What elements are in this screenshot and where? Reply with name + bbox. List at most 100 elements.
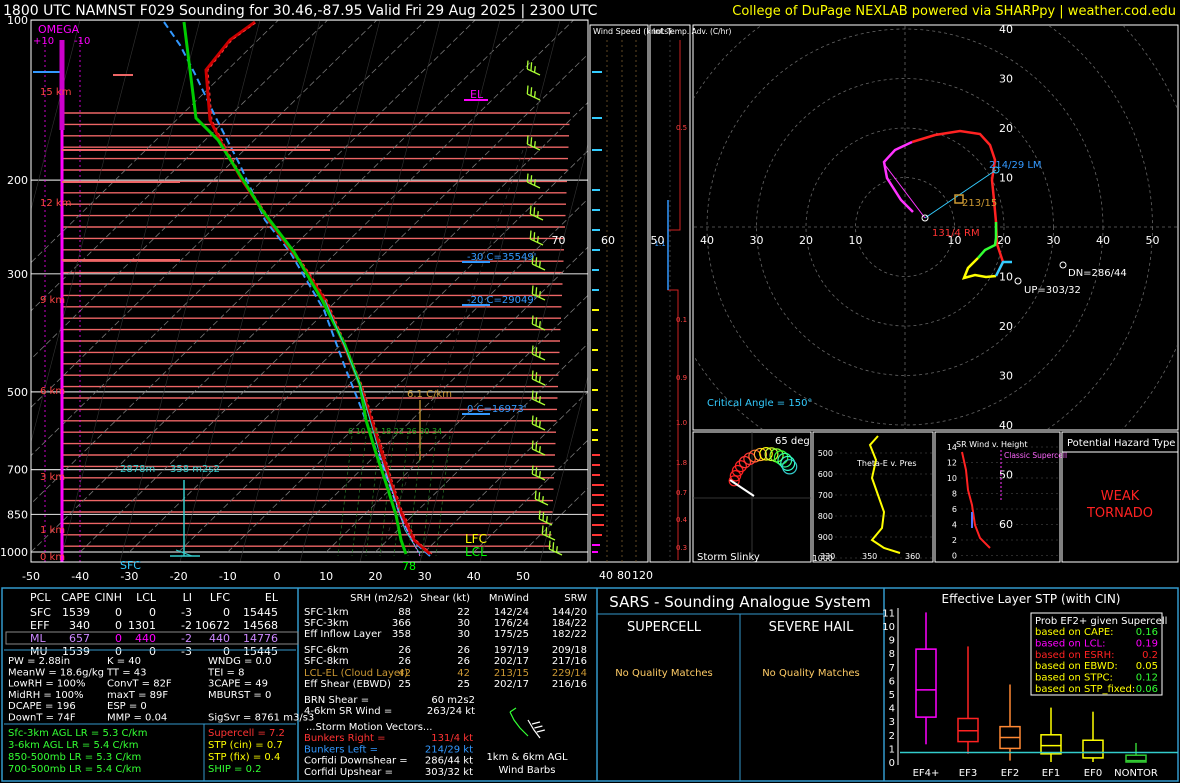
wind-barb-flag	[526, 85, 529, 95]
composite-index: SHIP = 0.2	[208, 764, 262, 775]
parcel-cell: 1301	[128, 619, 156, 632]
wind-barb	[526, 85, 541, 101]
wind-barb-flag	[531, 315, 534, 325]
wind-barbs	[526, 60, 563, 556]
isotherm-line	[325, 294, 588, 553]
stp-y-label: 5	[889, 690, 895, 701]
hodo-tick-label: 50	[1146, 234, 1160, 247]
wind-barb	[531, 415, 546, 431]
kin-row-label: SFC-3km	[304, 618, 349, 629]
wind-barb	[534, 490, 549, 506]
temperature-tick-label: -40	[71, 570, 89, 583]
sounding-display: 1800 UTC NAMNST F029 Sounding for 30.46,…	[0, 3, 1179, 782]
kin-cell: 184/22	[552, 618, 587, 629]
hodo-grid	[694, 26, 1177, 429]
theta-e-p-label: 800	[818, 512, 833, 521]
hodo-up-label: UP=303/32	[1024, 285, 1081, 296]
stp-category-label: EF0	[1084, 768, 1102, 779]
stp-box	[1040, 734, 1062, 755]
kin-barb-flag	[534, 725, 543, 729]
hodo-tick-label: 10	[999, 172, 1013, 185]
kin-header: MnWind	[489, 593, 529, 604]
kin-cell: 26	[398, 656, 411, 667]
height-label-15km: 15 km	[40, 87, 71, 98]
index-value: LowRH = 100%	[8, 679, 86, 690]
index-value: TEI = 8	[207, 667, 244, 678]
parcel-cell: 0	[115, 632, 122, 645]
hodo-lm-label: 214/29 LM	[989, 160, 1042, 171]
stp-y-label: 10	[882, 622, 895, 633]
stp-box	[915, 648, 937, 718]
motion-label: Bunkers Right =	[304, 733, 386, 744]
theta-e-t-label: 330	[820, 552, 835, 561]
hodo-tick-label: 70	[552, 234, 566, 247]
hodo-trace-3-6km	[977, 222, 998, 259]
hodo-tick-label: 30	[750, 234, 764, 247]
stp-category-label: EF3	[959, 768, 977, 779]
pressure-tick-label: 850	[7, 508, 28, 521]
theta-e-p-label: 900	[818, 533, 833, 542]
slinky-angle: 65 deg	[775, 436, 810, 447]
hodo-tick-label: 20	[997, 234, 1011, 247]
kin-cell: 142/24	[494, 607, 529, 618]
stp-prob-value: 0.2	[1142, 650, 1158, 661]
kin-row-label: SFC-8km	[304, 656, 349, 667]
height-label-9km: 9 km	[40, 295, 65, 306]
temperature-tick-label: 30	[418, 570, 432, 583]
wind-barb-shaft	[530, 238, 544, 246]
stp-y-label: 4	[889, 704, 895, 715]
brn-shear-value: 60 m2s2	[431, 695, 475, 706]
hodo-trace-6-9km	[882, 140, 914, 213]
index-value: MidRH = 100%	[8, 690, 84, 701]
motion-label: Corfidi Upshear =	[304, 767, 393, 778]
motion-value: 303/32 kt	[425, 767, 473, 778]
kin-barb-flag	[536, 729, 545, 733]
dry-adiabat	[239, 20, 381, 562]
hodo-tick-label: 40	[999, 419, 1013, 432]
sr-wind-h-label: 2	[952, 536, 957, 545]
kin-cell: 358	[392, 629, 411, 640]
index-value: DownT = 74F	[8, 713, 76, 724]
motion-value: 286/44 kt	[425, 756, 473, 767]
kin-cell: 202/17	[494, 679, 529, 690]
index-value: TT = 43	[106, 667, 147, 678]
brn-shear-label: BRN Shear =	[304, 695, 369, 706]
parcel-cell: 14776	[243, 632, 278, 645]
stp-prob-title: Prob EF2+ given Supercell	[1035, 616, 1167, 627]
kin-row-label: LCL-EL (Cloud Layer)	[304, 668, 408, 679]
hodo-tick-label: 60	[601, 234, 615, 247]
parcel-header: PCL	[30, 591, 51, 604]
composite-index: STP (fix) = 0.4	[208, 752, 280, 763]
temperature-tick-label: 10	[319, 570, 333, 583]
motion-label: Bunkers Left =	[304, 744, 378, 755]
virtual-temperature-trace	[207, 21, 433, 555]
parcel-cell: ML	[30, 632, 46, 645]
slinky-tilt-line	[729, 479, 755, 497]
omega-label: OMEGA	[38, 23, 80, 36]
wind-barb	[548, 540, 563, 556]
stp-category-label: EF2	[1001, 768, 1019, 779]
critical-angle-label: Critical Angle = 150°	[707, 398, 812, 409]
mixing-ratio-line	[435, 435, 451, 557]
wind-barb-shaft	[532, 353, 546, 361]
dry-adiabat	[119, 20, 261, 562]
stp-category-label: EF1	[1042, 768, 1060, 779]
sars-hail-result: No Quality Matches	[762, 668, 860, 679]
height-label-6km: 6 km	[40, 386, 65, 397]
sr-wind-label: 4-6km SR Wind =	[304, 706, 392, 717]
index-value: 3CAPE = 49	[208, 679, 268, 690]
temperature-tick-label: 40	[467, 570, 481, 583]
height-label-12km: 12 km	[40, 198, 71, 209]
sars-supercell: SUPERCELL	[627, 620, 702, 635]
parcel-cell: -3	[181, 645, 192, 658]
stp-panel: Effective Layer STP (with CIN) 111098765…	[882, 592, 1178, 779]
mixing-ratio-line	[337, 435, 353, 557]
temp-advection-panel: Inf. Temp. Adv. (C/hr) 0.5-1.10.10.91.01…	[649, 24, 731, 563]
kin-cell: 229/14	[552, 668, 587, 679]
hazard-panel: Potential Hazard Type WEAK TORNADO	[1061, 431, 1179, 563]
theta-e-panel: 5006007008009001000330 350 360 Theta-E v. …	[812, 431, 934, 563]
motion-title: ...Storm Motion Vectors...	[306, 722, 432, 733]
stp-title: Effective Layer STP (with CIN)	[942, 592, 1121, 606]
parcel-cell: -2	[181, 619, 192, 632]
mixing-ratio-line	[351, 435, 367, 557]
